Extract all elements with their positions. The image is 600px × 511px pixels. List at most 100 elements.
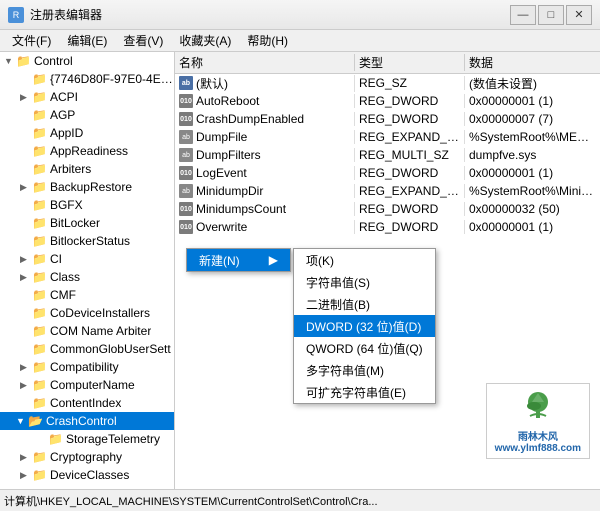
window-controls: — □ ✕ xyxy=(510,5,592,25)
menu-favorites[interactable]: 收藏夹(A) xyxy=(171,30,239,51)
table-row[interactable]: ab DumpFile REG_EXPAND_SZ %SystemRoot%\M… xyxy=(175,128,600,146)
tree-item-cryptography[interactable]: ▶ 📁 Cryptography xyxy=(0,448,174,466)
window-title: 注册表编辑器 xyxy=(30,6,510,23)
tree-item-computername[interactable]: ▶ 📁 ComputerName xyxy=(0,376,174,394)
expand-arrow-control: ▼ xyxy=(4,56,16,66)
tree-item-compatibility[interactable]: ▶ 📁 Compatibility xyxy=(0,358,174,376)
registry-tree: ▼ 📁 Control 📁 {7746D80F-97E0-4E26-... ▶ … xyxy=(0,52,175,489)
menu-bar: 文件(F) 编辑(E) 查看(V) 收藏夹(A) 帮助(H) xyxy=(0,30,600,52)
new-menu[interactable]: 新建(N) ▶ xyxy=(186,248,291,272)
cell-data: 0x00000001 (1) xyxy=(465,220,600,234)
cell-data: 0x00000001 (1) xyxy=(465,94,600,108)
cell-type: REG_DWORD xyxy=(355,112,465,126)
reg-icon-dword: 010 xyxy=(179,220,193,234)
tree-item-backuprestore[interactable]: ▶ 📁 BackupRestore xyxy=(0,178,174,196)
sub-menu-item-1[interactable]: 字符串值(S) xyxy=(294,271,435,293)
tree-item-bgfx[interactable]: 📁 BGFX xyxy=(0,196,174,214)
sub-menu-item-2[interactable]: 二进制值(B) xyxy=(294,293,435,315)
tree-item-codeviceinstallers[interactable]: 📁 CoDeviceInstallers xyxy=(0,304,174,322)
cell-type: REG_DWORD xyxy=(355,202,465,216)
table-row[interactable]: 010 Overwrite REG_DWORD 0x00000001 (1) xyxy=(175,218,600,236)
tree-item-crashcontrol[interactable]: ▼ 📂 CrashControl xyxy=(0,412,174,430)
table-row[interactable]: 010 CrashDumpEnabled REG_DWORD 0x0000000… xyxy=(175,110,600,128)
reg-icon-default: ab xyxy=(179,76,193,90)
cell-name: 010 AutoReboot xyxy=(175,94,355,108)
tree-item-control[interactable]: ▼ 📁 Control xyxy=(0,52,174,70)
cell-name: ab MinidumpDir xyxy=(175,184,355,198)
cell-type: REG_EXPAND_SZ xyxy=(355,130,465,144)
tree-item-appid[interactable]: 📁 AppID xyxy=(0,124,174,142)
cell-data: 0x00000007 (7) xyxy=(465,112,600,126)
sub-menu-item-5[interactable]: 多字符串值(M) xyxy=(294,359,435,381)
cell-name: ab DumpFile xyxy=(175,130,355,144)
tree-item-class[interactable]: ▶ 📁 Class xyxy=(0,268,174,286)
menu-help[interactable]: 帮助(H) xyxy=(239,30,296,51)
reg-icon-dword: 010 xyxy=(179,94,193,108)
tree-item-agp[interactable]: 📁 AGP xyxy=(0,106,174,124)
cell-type: REG_DWORD xyxy=(355,220,465,234)
new-menu-item[interactable]: 新建(N) ▶ xyxy=(187,249,290,271)
status-text: 计算机\HKEY_LOCAL_MACHINE\SYSTEM\CurrentCon… xyxy=(4,493,378,509)
cell-name: ab (默认) xyxy=(175,75,355,92)
tree-item-comnamearbiter[interactable]: 📁 COM Name Arbiter xyxy=(0,322,174,340)
cell-type: REG_MULTI_SZ xyxy=(355,148,465,162)
tree-label: Control xyxy=(34,54,73,68)
reg-icon-dword: 010 xyxy=(179,112,193,126)
sub-menu-item-3[interactable]: DWORD (32 位)值(D) xyxy=(294,315,435,337)
cell-name: 010 CrashDumpEnabled xyxy=(175,112,355,126)
reg-icon-expand: ab xyxy=(179,184,193,198)
tree-scroll-area[interactable]: ▼ 📁 Control 📁 {7746D80F-97E0-4E26-... ▶ … xyxy=(0,52,174,489)
app-icon: R xyxy=(8,7,24,23)
reg-icon-multi: ab xyxy=(179,148,193,162)
sub-menu-item-0[interactable]: 项(K) xyxy=(294,249,435,271)
column-header-type: 类型 xyxy=(355,54,465,71)
tree-item-contentindex[interactable]: 📁 ContentIndex xyxy=(0,394,174,412)
cell-data: %SystemRoot%\Minid... xyxy=(465,184,600,198)
main-area: ▼ 📁 Control 📁 {7746D80F-97E0-4E26-... ▶ … xyxy=(0,52,600,489)
cell-data: %SystemRoot%\MEM... xyxy=(465,130,600,144)
tree-item-appreadiness[interactable]: 📁 AppReadiness xyxy=(0,142,174,160)
cell-data: dumpfve.sys xyxy=(465,148,600,162)
tree-item-bitlocker[interactable]: 📁 BitLocker xyxy=(0,214,174,232)
column-header-data: 数据 xyxy=(465,54,600,71)
menu-file[interactable]: 文件(F) xyxy=(4,30,59,51)
tree-item-arbiters[interactable]: 📁 Arbiters xyxy=(0,160,174,178)
tree-item-storagetelemetry[interactable]: 📁 StorageTelemetry xyxy=(0,430,174,448)
table-header: 名称 类型 数据 xyxy=(175,52,600,74)
close-button[interactable]: ✕ xyxy=(566,5,592,25)
maximize-button[interactable]: □ xyxy=(538,5,564,25)
sub-menu-item-4[interactable]: QWORD (64 位)值(Q) xyxy=(294,337,435,359)
status-bar: 计算机\HKEY_LOCAL_MACHINE\SYSTEM\CurrentCon… xyxy=(0,489,600,511)
menu-edit[interactable]: 编辑(E) xyxy=(59,30,115,51)
table-row[interactable]: ab MinidumpDir REG_EXPAND_SZ %SystemRoot… xyxy=(175,182,600,200)
tree-item-bitlockerstatus[interactable]: 📁 BitlockerStatus xyxy=(0,232,174,250)
cell-name: ab DumpFilters xyxy=(175,148,355,162)
minimize-button[interactable]: — xyxy=(510,5,536,25)
cell-type: REG_SZ xyxy=(355,76,465,90)
tree-item-commonglobusersett[interactable]: 📁 CommonGlobUserSett xyxy=(0,340,174,358)
column-header-name: 名称 xyxy=(175,54,355,71)
title-bar: R 注册表编辑器 — □ ✕ xyxy=(0,0,600,30)
cell-name: 010 MinidumpsCount xyxy=(175,202,355,216)
cell-data: 0x00000001 (1) xyxy=(465,166,600,180)
table-row[interactable]: 010 LogEvent REG_DWORD 0x00000001 (1) xyxy=(175,164,600,182)
sub-menu[interactable]: 项(K) 字符串值(S) 二进制值(B) DWORD (32 位)值(D) QW… xyxy=(293,248,436,404)
cell-type: REG_DWORD xyxy=(355,166,465,180)
tree-item-ci[interactable]: ▶ 📁 CI xyxy=(0,250,174,268)
tree-item-acpi[interactable]: ▶ 📁 ACPI xyxy=(0,88,174,106)
menu-view[interactable]: 查看(V) xyxy=(115,30,171,51)
sub-menu-item-6[interactable]: 可扩充字符串值(E) xyxy=(294,381,435,403)
table-row[interactable]: 010 MinidumpsCount REG_DWORD 0x00000032 … xyxy=(175,200,600,218)
tree-item-0[interactable]: 📁 {7746D80F-97E0-4E26-... xyxy=(0,70,174,88)
table-row[interactable]: ab DumpFilters REG_MULTI_SZ dumpfve.sys xyxy=(175,146,600,164)
cell-data: (数值未设置) xyxy=(465,75,600,92)
tree-item-deviceclasses[interactable]: ▶ 📁 DeviceClasses xyxy=(0,466,174,484)
reg-icon-expand: ab xyxy=(179,130,193,144)
cell-name: 010 LogEvent xyxy=(175,166,355,180)
cell-type: REG_EXPAND_SZ xyxy=(355,184,465,198)
table-row[interactable]: ab (默认) REG_SZ (数值未设置) xyxy=(175,74,600,92)
tree-item-cmf[interactable]: 📁 CMF xyxy=(0,286,174,304)
reg-icon-dword: 010 xyxy=(179,166,193,180)
table-row[interactable]: 010 AutoReboot REG_DWORD 0x00000001 (1) xyxy=(175,92,600,110)
cell-name: 010 Overwrite xyxy=(175,220,355,234)
